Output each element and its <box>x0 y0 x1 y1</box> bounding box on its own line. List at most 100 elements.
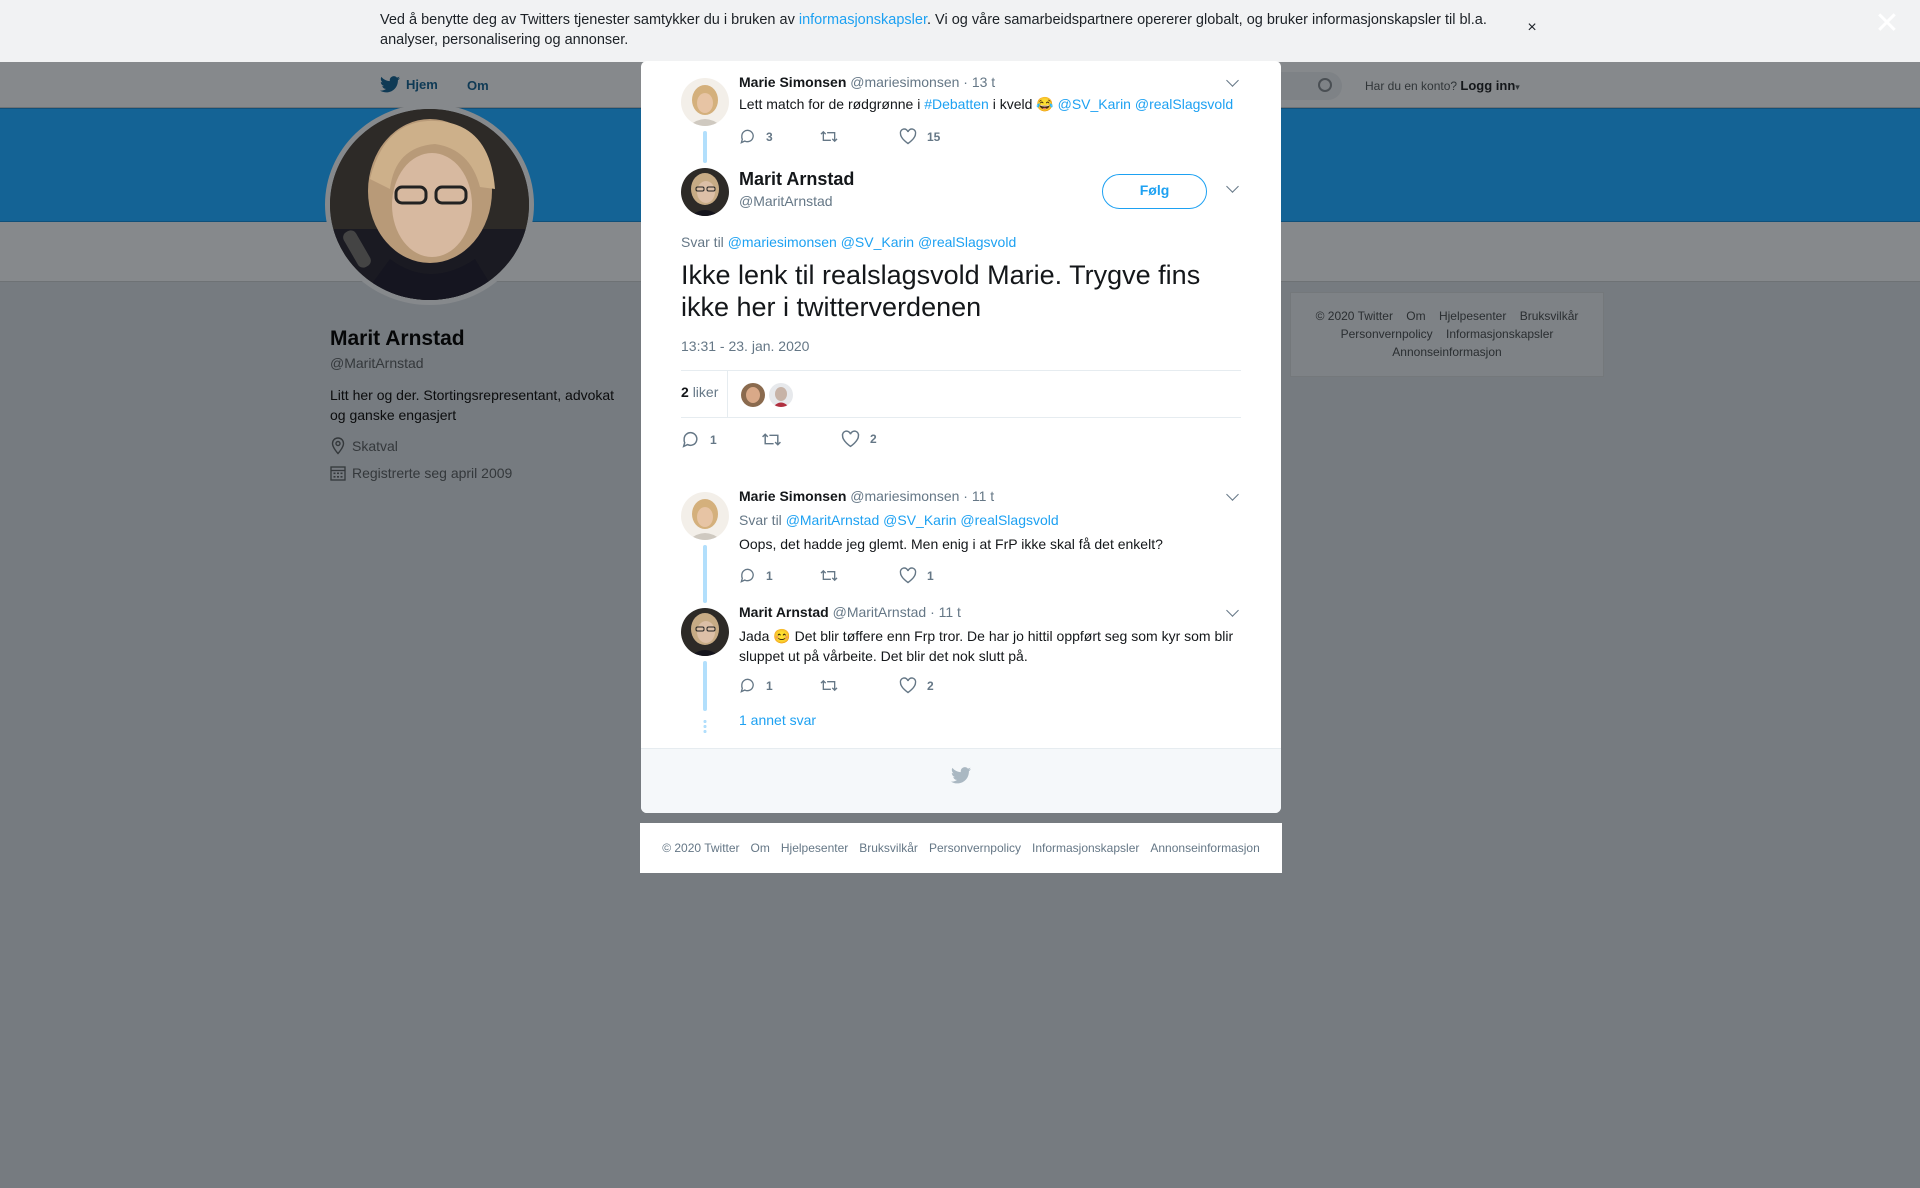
likes-summary[interactable]: 2 liker <box>681 384 718 400</box>
chevron-down-icon[interactable] <box>1226 488 1239 501</box>
thread-line <box>703 545 707 603</box>
mention-link[interactable]: @SV_Karin <box>841 234 914 250</box>
nav-about-link[interactable]: Om <box>467 78 489 93</box>
retweet-action[interactable] <box>819 567 839 584</box>
nav-home-label: Hjem <box>406 77 438 92</box>
thread-line <box>703 661 707 711</box>
like-action[interactable]: 15 <box>899 128 940 145</box>
divider <box>681 370 1241 371</box>
laughing-emoji-icon: 😂 <box>1036 96 1054 112</box>
tweet-text-part: i kveld <box>988 96 1037 112</box>
tweet-text-part: Lett match for de rødgrønne i <box>739 96 925 112</box>
reply1-reply-to: Svar til @MaritArnstad @SV_Karin @realSl… <box>739 512 1059 528</box>
tweet-text-part: Det blir tøffere enn Frp tror. De har jo… <box>739 628 1234 664</box>
reply-action[interactable]: 1 <box>681 430 717 449</box>
tweet-text-part: Jada <box>739 628 774 644</box>
retweet-action[interactable] <box>819 677 839 694</box>
nav-home-link[interactable]: Hjem <box>380 76 438 93</box>
chevron-down-icon[interactable] <box>1226 604 1239 617</box>
tweet-author-handle[interactable]: @mariesimonsen <box>850 488 959 504</box>
hashtag-link[interactable]: #Debatten <box>924 96 989 112</box>
avatar-marit[interactable] <box>681 608 729 656</box>
main-tweet-timestamp[interactable]: 13:31 - 23. jan. 2020 <box>681 338 809 354</box>
mention-link[interactable]: @SV_Karin <box>1058 96 1131 112</box>
tweet-time[interactable]: · 13 t <box>963 74 995 90</box>
footer-link-help[interactable]: Hjelpesenter <box>781 841 848 855</box>
liker-avatar[interactable] <box>741 383 765 407</box>
tweet-author-name[interactable]: Marie Simonsen <box>739 74 846 90</box>
location-text: Skatval <box>352 438 398 454</box>
tweet-author-name[interactable]: Marie Simonsen <box>739 488 846 504</box>
retweet-action[interactable] <box>761 430 782 449</box>
chevron-down-icon[interactable]: ▾ <box>1515 82 1520 92</box>
main-author-name[interactable]: Marit Arnstad <box>739 169 854 190</box>
reply-to-label: Svar til <box>739 512 782 528</box>
more-replies-link[interactable]: 1 annet svar <box>739 712 816 728</box>
main-author-handle[interactable]: @MaritArnstad <box>739 193 833 209</box>
have-account-text: Har du en konto? <box>1365 79 1458 93</box>
modal-close-icon[interactable]: ✕ <box>1872 9 1902 40</box>
footer-link-terms[interactable]: Bruksvilkår <box>1520 309 1579 323</box>
footer-link-ads[interactable]: Annonseinformasjon <box>1392 345 1501 359</box>
chevron-down-icon[interactable] <box>1226 74 1239 87</box>
mention-link[interactable]: @realSlagsvold <box>918 234 1016 250</box>
footer-link-about[interactable]: Om <box>1406 309 1425 323</box>
profile-name[interactable]: Marit Arnstad <box>330 327 465 351</box>
twitter-bird-icon <box>951 767 971 784</box>
footer-link-privacy[interactable]: Personvernpolicy <box>1341 327 1433 341</box>
cookie-close-icon[interactable]: × <box>1524 18 1540 38</box>
footer-link-ads[interactable]: Annonseinformasjon <box>1150 841 1259 855</box>
like-action[interactable]: 2 <box>899 677 934 694</box>
avatar-marie[interactable] <box>681 492 729 540</box>
smiling-emoji-icon: 😊 <box>773 628 791 644</box>
like-action[interactable]: 1 <box>899 567 934 584</box>
reply-action[interactable]: 1 <box>739 677 773 694</box>
profile-avatar[interactable] <box>325 104 534 305</box>
like-count: 2 <box>927 678 934 693</box>
chevron-down-icon[interactable] <box>1226 180 1239 193</box>
reply-action[interactable]: 3 <box>739 128 773 145</box>
cookie-link[interactable]: informasjonskapsler <box>799 12 927 28</box>
tweet-time[interactable]: · 11 t <box>930 604 961 620</box>
avatar-marie[interactable] <box>681 78 729 126</box>
main-tweet-text: Ikke lenk til realslagsvold Marie. Trygv… <box>681 260 1201 322</box>
tweet-author-handle[interactable]: @mariesimonsen <box>850 74 959 90</box>
login-area: Har du en konto? Logg inn▾ <box>1365 78 1520 93</box>
profile-location: Skatval <box>330 437 398 455</box>
tweet-author-name[interactable]: Marit Arnstad <box>739 604 829 620</box>
retweet-icon <box>820 569 838 582</box>
footer-link-privacy[interactable]: Personvernpolicy <box>929 841 1021 855</box>
footer-link-help[interactable]: Hjelpesenter <box>1439 309 1506 323</box>
avatar-marit[interactable] <box>681 168 729 216</box>
reply1-text: Oops, det hadde jeg glemt. Men enig i at… <box>739 536 1163 552</box>
mention-link[interactable]: @MaritArnstad <box>786 512 880 528</box>
footer-link-about[interactable]: Om <box>751 841 770 855</box>
thread-dots <box>703 719 707 735</box>
heart-icon <box>899 128 917 145</box>
login-link[interactable]: Logg inn <box>1460 78 1515 93</box>
like-action[interactable]: 2 <box>841 430 877 448</box>
mention-link[interactable]: @mariesimonsen <box>728 234 837 250</box>
parent-tweet-text: Lett match for de rødgrønne i #Debatten … <box>739 96 1233 113</box>
twitter-bird-icon <box>380 76 400 93</box>
heart-icon <box>841 430 860 448</box>
follow-button[interactable]: Følg <box>1102 174 1207 209</box>
search-icon <box>1318 78 1332 92</box>
mention-link[interactable]: @realSlagsvold <box>1135 96 1233 112</box>
mention-link[interactable]: @realSlagsvold <box>960 512 1058 528</box>
reply-action[interactable]: 1 <box>739 567 773 584</box>
modal-footer <box>641 748 1281 813</box>
mention-link[interactable]: @SV_Karin <box>883 512 956 528</box>
retweet-icon <box>820 130 838 143</box>
tweet-author-handle[interactable]: @MaritArnstad <box>833 604 927 620</box>
thread-line <box>703 131 707 163</box>
divider <box>727 371 728 417</box>
footer-link-cookies[interactable]: Informasjonskapsler <box>1446 327 1553 341</box>
tweet-time[interactable]: · 11 t <box>963 488 994 504</box>
profile-handle[interactable]: @MaritArnstad <box>330 355 424 371</box>
retweet-action[interactable] <box>819 128 839 145</box>
liker-avatar[interactable] <box>769 383 793 407</box>
footer-link-cookies[interactable]: Informasjonskapsler <box>1032 841 1139 855</box>
profile-joined: Registrerte seg april 2009 <box>330 465 512 481</box>
footer-link-terms[interactable]: Bruksvilkår <box>859 841 918 855</box>
